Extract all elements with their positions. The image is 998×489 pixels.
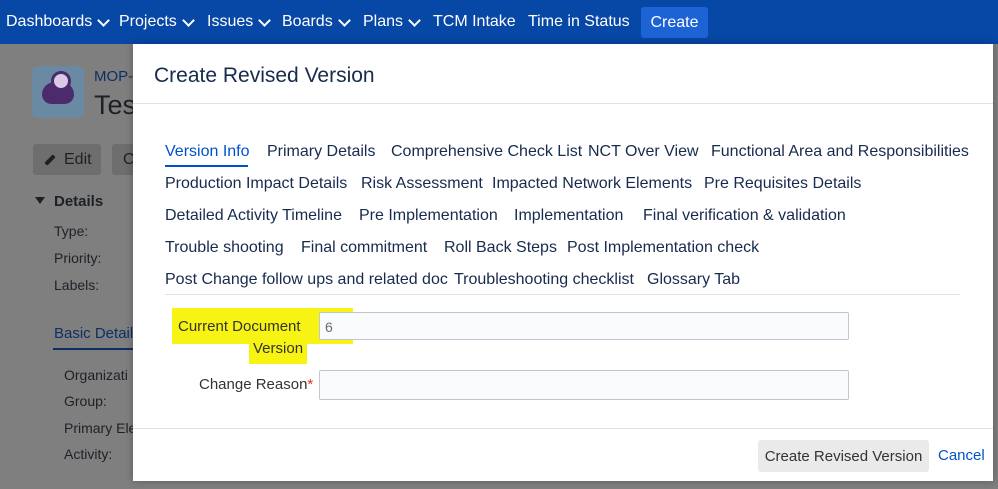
- details-type-label: Type:: [54, 223, 89, 239]
- avatar-eye-shape: [51, 71, 71, 91]
- basic-field-activity: Activity:: [64, 446, 113, 462]
- current-version-label-line2: Version: [253, 340, 304, 357]
- project-key-link[interactable]: MOP-: [94, 68, 133, 85]
- details-labels-label: Labels:: [54, 277, 100, 293]
- tab-pre-requisites-details[interactable]: Pre Requisites Details: [704, 175, 861, 193]
- chevron-down-icon: [408, 13, 421, 27]
- chevron-down-icon: [97, 13, 111, 27]
- nav-dashboards[interactable]: Dashboards: [6, 0, 111, 44]
- change-reason-label-text: Change Reason: [199, 376, 308, 393]
- tab-post-implementation-check[interactable]: Post Implementation check: [567, 239, 759, 257]
- change-reason-input[interactable]: [319, 370, 849, 400]
- tab-detailed-activity-timeline[interactable]: Detailed Activity Timeline: [165, 207, 342, 225]
- create-revised-version-button[interactable]: Create Revised Version: [758, 440, 929, 472]
- nav-tcm-intake-label: TCM Intake: [433, 13, 516, 30]
- change-reason-label: Change Reason*: [199, 376, 313, 393]
- nav-projects[interactable]: Projects: [119, 0, 195, 44]
- basic-field-organization: Organizati: [64, 367, 128, 383]
- tab-final-commitment[interactable]: Final commitment: [301, 239, 427, 257]
- tab-primary-details[interactable]: Primary Details: [267, 143, 375, 161]
- nav-tcm-intake[interactable]: TCM Intake: [433, 0, 516, 44]
- tab-production-impact-details[interactable]: Production Impact Details: [165, 175, 347, 193]
- create-revised-version-dialog: Create Revised Version: [133, 44, 993, 481]
- chevron-down-icon: [337, 13, 351, 27]
- tabs-divider: [165, 294, 960, 295]
- tab-impacted-network-elements[interactable]: Impacted Network Elements: [492, 175, 692, 193]
- tab-trouble-shooting[interactable]: Trouble shooting: [165, 239, 284, 257]
- details-priority-label: Priority:: [54, 250, 102, 266]
- tab-troubleshooting-checklist[interactable]: Troubleshooting checklist: [454, 271, 634, 289]
- issue-title: Tes: [94, 90, 137, 120]
- top-navigation-bar: Dashboards Projects Issues Boards Plans …: [0, 0, 998, 44]
- tab-implementation[interactable]: Implementation: [514, 207, 623, 225]
- tab-nct-over-view[interactable]: NCT Over View: [588, 143, 699, 161]
- nav-boards-label: Boards: [282, 13, 333, 30]
- pencil-icon: [44, 153, 56, 166]
- tab-basic-details[interactable]: Basic Detail: [54, 325, 133, 342]
- nav-dashboards-label: Dashboards: [6, 13, 93, 30]
- tab-pre-implementation[interactable]: Pre Implementation: [359, 207, 498, 225]
- dialog-title: Create Revised Version: [154, 64, 375, 87]
- tab-final-verification[interactable]: Final verification & validation: [643, 207, 846, 225]
- dialog-header: Create Revised Version: [133, 44, 993, 104]
- current-version-value: 6: [325, 319, 333, 335]
- nav-boards[interactable]: Boards: [282, 0, 351, 44]
- tab-version-info[interactable]: Version Info: [165, 143, 250, 161]
- chevron-down-icon: [258, 13, 272, 27]
- active-tab-underline: [165, 165, 248, 167]
- required-asterisk: *: [307, 376, 314, 393]
- cancel-link[interactable]: Cancel: [938, 447, 985, 464]
- tab-functional-area[interactable]: Functional Area and Responsibilities: [711, 143, 969, 161]
- nav-time-in-status[interactable]: Time in Status: [528, 0, 630, 44]
- collapse-triangle-icon[interactable]: [35, 197, 45, 204]
- tab-post-change-follow-ups[interactable]: Post Change follow ups and related doc: [165, 271, 448, 289]
- edit-button[interactable]: Edit: [33, 144, 101, 175]
- basic-field-primary-element: Primary Ele: [64, 420, 137, 436]
- tab-glossary[interactable]: Glossary Tab: [647, 271, 740, 289]
- current-document-version-input[interactable]: [319, 312, 849, 340]
- nav-plans[interactable]: Plans: [363, 0, 421, 44]
- tab-comprehensive-check-list[interactable]: Comprehensive Check List: [391, 143, 582, 161]
- current-version-label-line1: Current Document: [178, 318, 301, 335]
- tab-risk-assessment[interactable]: Risk Assessment: [361, 175, 483, 193]
- tab-roll-back-steps[interactable]: Roll Back Steps: [444, 239, 557, 257]
- nav-plans-label: Plans: [363, 13, 404, 30]
- basic-field-group: Group:: [64, 393, 107, 409]
- nav-time-in-status-label: Time in Status: [528, 13, 630, 30]
- nav-issues-label: Issues: [207, 13, 254, 30]
- edit-label: Edit: [64, 150, 92, 168]
- create-button[interactable]: Create: [641, 7, 708, 38]
- dialog-footer-divider: [133, 428, 993, 429]
- nav-projects-label: Projects: [119, 13, 177, 30]
- project-avatar: [32, 66, 84, 118]
- details-heading: Details: [54, 193, 104, 210]
- chevron-down-icon: [181, 13, 195, 27]
- nav-issues[interactable]: Issues: [207, 0, 272, 44]
- basic-details-tab-underline: [53, 348, 133, 350]
